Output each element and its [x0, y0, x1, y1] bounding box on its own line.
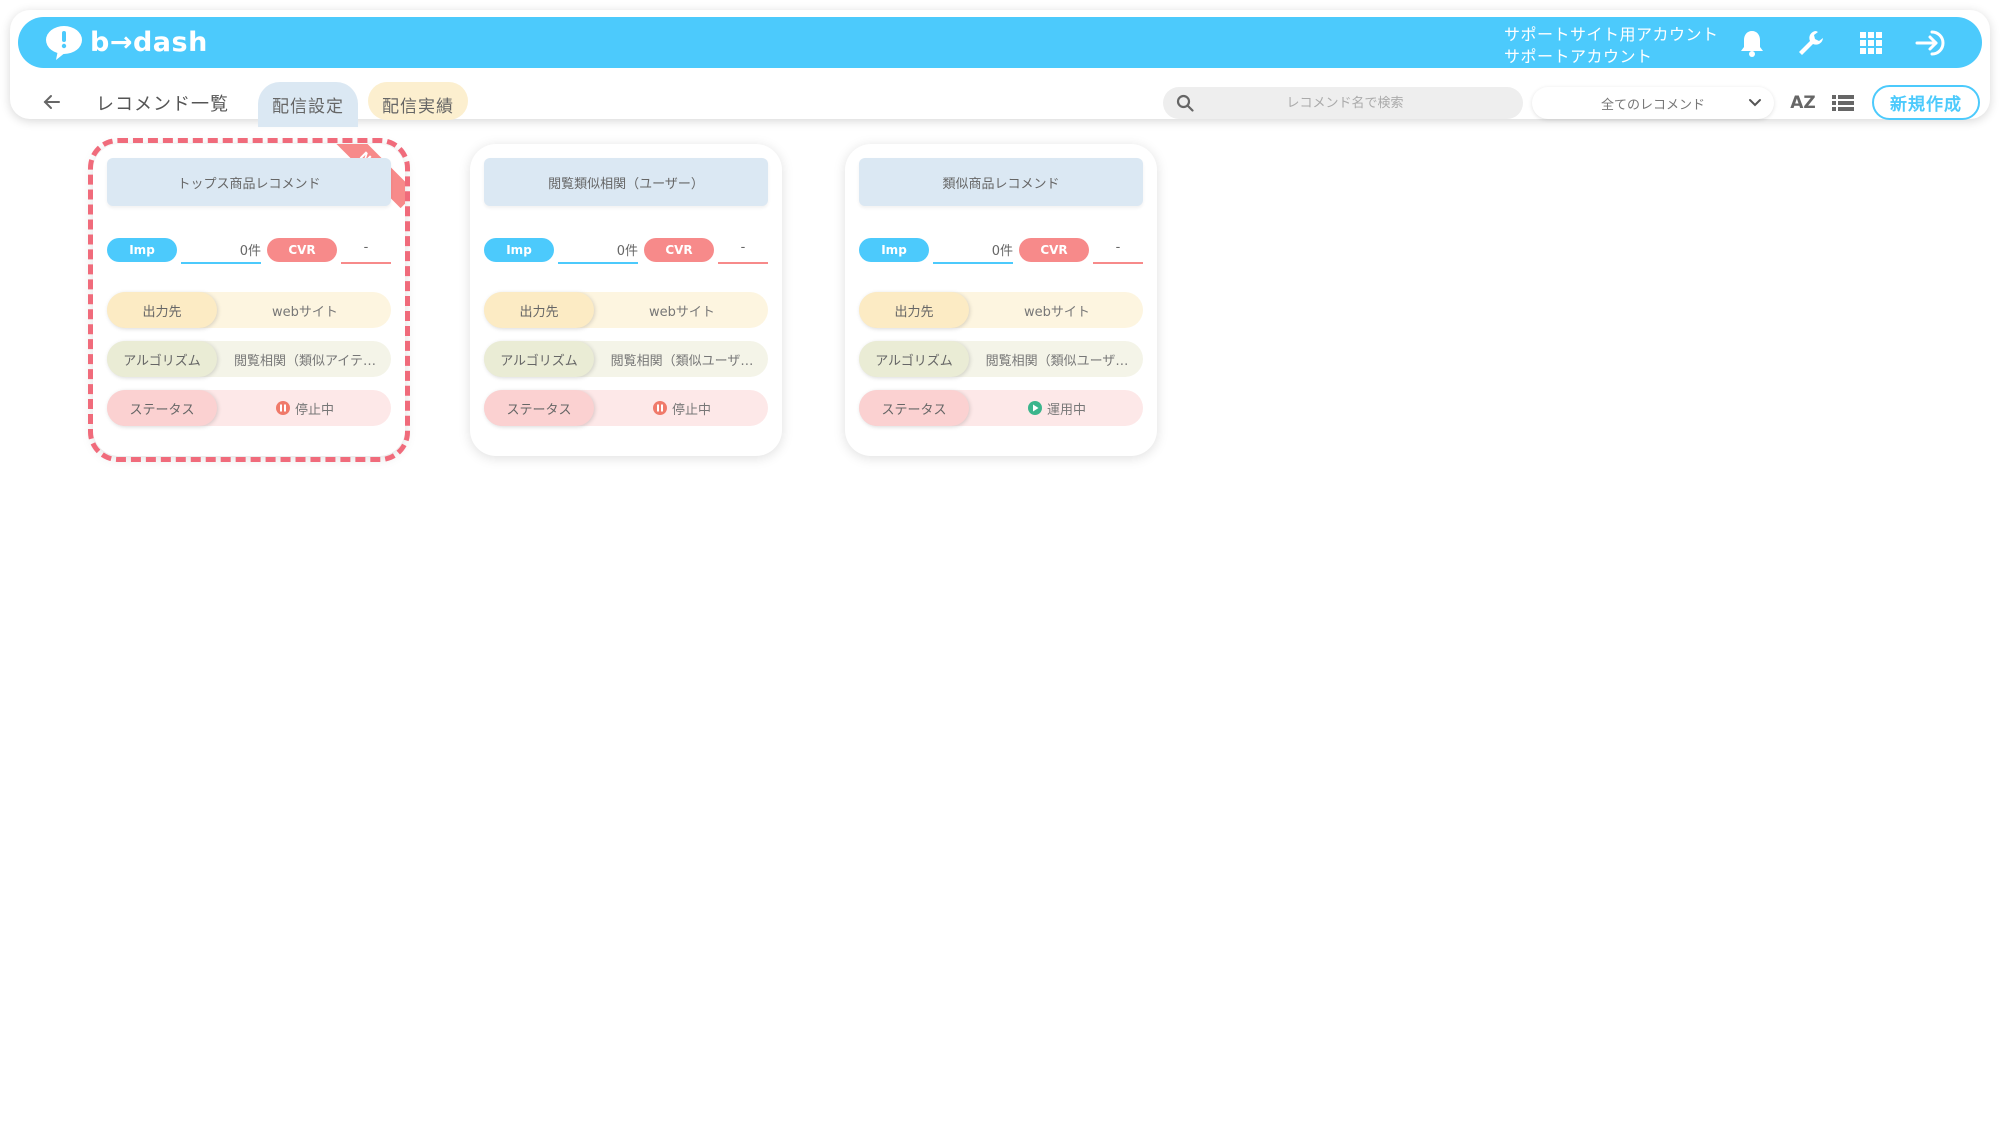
status-label: ステータス [484, 390, 594, 426]
algorithm-value: 閲覧相関（類似ユーザ… [610, 353, 754, 369]
search-input[interactable] [1195, 94, 1495, 112]
algorithm-row: アルゴリズム 閲覧相関（類似ユーザ… [859, 341, 1143, 377]
recommend-card[interactable]: 閲覧類似相関（ユーザー） Imp 0件 CVR - 出力先 webサイト アルゴ… [470, 144, 782, 456]
output-row: 出力先 webサイト [859, 292, 1143, 328]
imp-label: Imp [859, 238, 929, 262]
recommend-filter-select[interactable]: 全てのレコメンド [1532, 87, 1774, 119]
recommend-card[interactable]: 類似商品レコメンド Imp 0件 CVR - 出力先 webサイト アルゴリズム… [845, 144, 1157, 456]
output-label: 出力先 [859, 292, 969, 328]
tab-delivery-settings[interactable]: 配信設定 [258, 82, 358, 127]
highlight-dashed-outline [88, 138, 410, 462]
output-value: webサイト [1024, 304, 1090, 320]
cvr-label: CVR [1019, 238, 1089, 262]
imp-label: Imp [484, 238, 554, 262]
logout-icon[interactable] [1914, 26, 1948, 60]
algorithm-row: アルゴリズム 閲覧相関（類似ユーザ… [484, 341, 768, 377]
bell-icon[interactable] [1735, 26, 1769, 60]
cvr-label: CVR [644, 238, 714, 262]
apps-grid-icon[interactable] [1854, 26, 1888, 60]
logo-text: b→dash [90, 26, 208, 58]
new-create-button[interactable]: 新規作成 [1872, 85, 1980, 120]
status-row: ステータス 停止中 [484, 390, 768, 426]
card-title[interactable]: 類似商品レコメンド [859, 158, 1143, 206]
tab-delivery-results[interactable]: 配信実績 [368, 82, 468, 120]
logo[interactable]: b→dash [44, 23, 208, 61]
wrench-icon[interactable] [1794, 26, 1828, 60]
algorithm-label: アルゴリズム [484, 341, 594, 377]
list-view-icon[interactable] [1830, 90, 1856, 116]
output-value: webサイト [649, 304, 715, 320]
status-value-wrap: 運用中 [971, 390, 1143, 426]
output-label: 出力先 [484, 292, 594, 328]
card-title[interactable]: 閲覧類似相関（ユーザー） [484, 158, 768, 206]
filter-selected-value: 全てのレコメンド [1600, 97, 1705, 113]
app-shell: b→dash サポートサイト用アカウント サポートアカウント レコメンド一覧 配… [10, 10, 1990, 127]
imp-value: 0件 [558, 240, 638, 264]
algorithm-label: アルゴリズム [859, 341, 969, 377]
chevron-down-icon [1748, 95, 1762, 113]
imp-value: 0件 [933, 240, 1013, 264]
back-arrow-icon[interactable] [40, 90, 64, 114]
cvr-value: - [718, 240, 768, 264]
cvr-value: - [1093, 240, 1143, 264]
header-bar: b→dash サポートサイト用アカウント サポートアカウント [18, 17, 1982, 68]
search-box [1163, 87, 1523, 119]
output-row: 出力先 webサイト [484, 292, 768, 328]
page-title: レコメンド一覧 [96, 94, 229, 115]
play-icon [1027, 401, 1042, 415]
status-row: ステータス 運用中 [859, 390, 1143, 426]
status-label: ステータス [859, 390, 969, 426]
status-value: 運用中 [1046, 402, 1086, 418]
search-icon [1175, 93, 1195, 113]
pause-icon [652, 401, 667, 415]
account-line2: サポートアカウント [1504, 47, 1653, 66]
status-value-wrap: 停止中 [596, 390, 768, 426]
stat-row: Imp 0件 CVR - [484, 236, 768, 266]
account-line1: サポートサイト用アカウント [1504, 25, 1719, 44]
sort-az-icon[interactable]: AZ [1790, 90, 1816, 116]
algorithm-value: 閲覧相関（類似ユーザ… [985, 353, 1129, 369]
stat-row: Imp 0件 CVR - [859, 236, 1143, 266]
status-value: 停止中 [671, 402, 711, 418]
account-info[interactable]: サポートサイト用アカウント サポートアカウント [1504, 24, 1719, 68]
logo-bubble-icon [44, 24, 84, 60]
